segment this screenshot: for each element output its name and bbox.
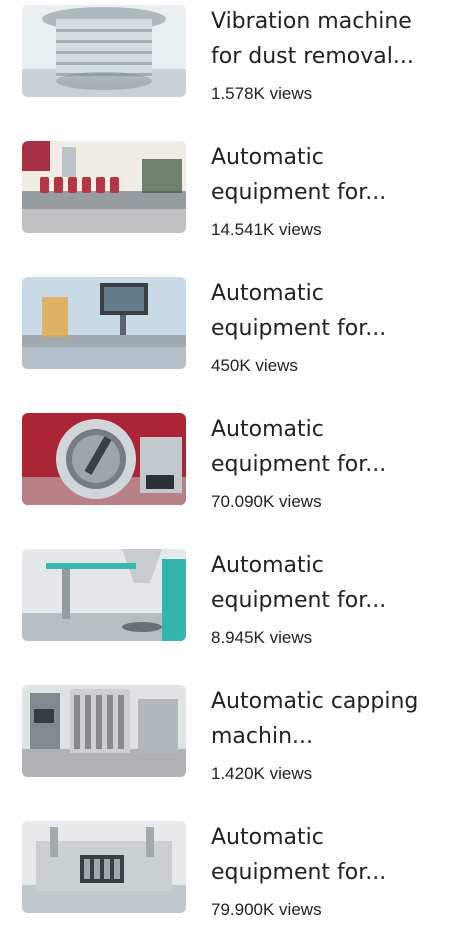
vibration-sieve-thumbnail[interactable] (22, 5, 186, 97)
bottle-filling-line-thumbnail[interactable] (22, 141, 186, 233)
video-title[interactable]: Automatic capping machin... (211, 684, 447, 754)
video-item[interactable]: Automatic equipment for... 450K views (0, 272, 463, 392)
video-item[interactable]: Vibration machine for dust removal... 1.… (0, 0, 463, 120)
video-item[interactable]: Automatic capping machin... 1.420K views (0, 680, 463, 800)
blister-packing-thumbnail[interactable] (22, 821, 186, 913)
mixing-tank-thumbnail[interactable] (22, 413, 186, 505)
video-item[interactable]: Automatic equipment for... 70.090K views (0, 408, 463, 528)
view-count: 70.090K views (211, 492, 322, 511)
video-item[interactable]: Automatic equipment for... 8.945K views (0, 544, 463, 664)
video-item[interactable]: Automatic equipment for... 14.541K views (0, 136, 463, 256)
video-title[interactable]: Automatic equipment for... (211, 820, 447, 890)
video-item[interactable]: Automatic equipment for... 79.900K views (0, 816, 463, 936)
powder-filler-thumbnail[interactable] (22, 549, 186, 641)
video-title[interactable]: Automatic equipment for... (211, 548, 447, 618)
view-count: 14.541K views (211, 220, 322, 239)
video-title[interactable]: Vibration machine for dust removal... (211, 4, 447, 74)
view-count: 79.900K views (211, 900, 322, 919)
video-title[interactable]: Automatic equipment for... (211, 140, 447, 210)
view-count: 1.420K views (211, 764, 313, 783)
video-title[interactable]: Automatic equipment for... (211, 276, 447, 346)
view-count: 8.945K views (211, 628, 313, 647)
view-count: 450K views (211, 356, 298, 375)
labeling-machine-thumbnail[interactable] (22, 277, 186, 369)
video-title[interactable]: Automatic equipment for... (211, 412, 447, 482)
view-count: 1.578K views (211, 84, 313, 103)
capping-machine-thumbnail[interactable] (22, 685, 186, 777)
